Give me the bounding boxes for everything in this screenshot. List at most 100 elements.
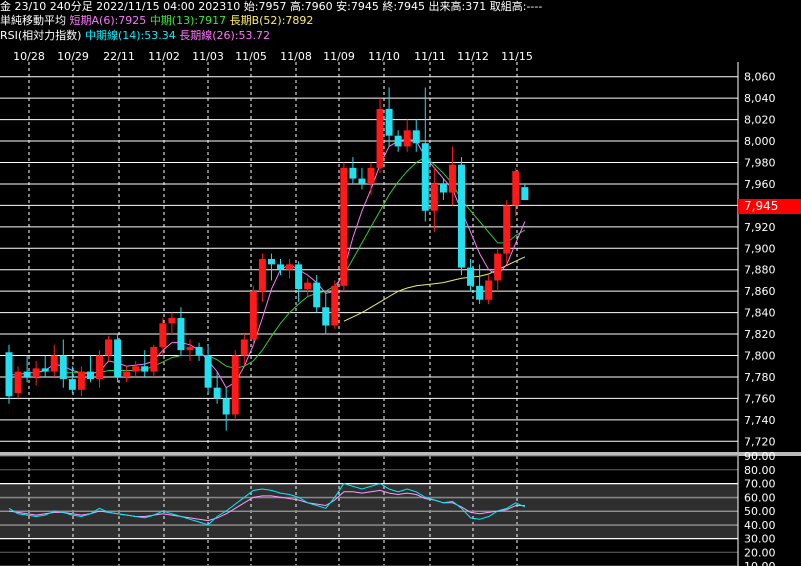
- candle-body: [105, 339, 113, 356]
- candle-body: [439, 183, 447, 193]
- candle-body: [177, 317, 185, 351]
- candle-body: [385, 108, 393, 136]
- candle-body: [132, 366, 140, 372]
- candle-body: [512, 171, 520, 206]
- sma-long-value: 長期B(52):7892: [229, 14, 314, 27]
- rsi-tick-label: 50.00: [744, 505, 776, 518]
- x-tick-label: 11/10: [368, 50, 400, 63]
- chart-canvas: 10/28 10/29 22/11 11/02 11/03 11/05 11/08 11/09…: [0, 50, 801, 566]
- candle-body: [458, 164, 465, 268]
- rsi-tick-label: 30.00: [744, 533, 776, 546]
- candle-body: [195, 346, 203, 356]
- sma-mid-value: 中期(13):7917: [149, 14, 227, 27]
- candle-body: [267, 259, 275, 265]
- candle-body: [123, 371, 131, 377]
- rsi-long-value: 長期線(26):53.72: [179, 29, 271, 42]
- sma-title: 単純移動平均: [0, 14, 66, 27]
- sma-short-value: 短期A(6):7925: [69, 14, 147, 27]
- panel-separator: [0, 452, 801, 456]
- price-tick-label: 7,860: [744, 285, 776, 298]
- x-tick-label: 10/29: [57, 50, 89, 63]
- candle-body: [367, 167, 375, 184]
- candle-body: [159, 323, 167, 347]
- candle-body: [50, 355, 58, 372]
- candle-body: [295, 264, 303, 290]
- rsi-tick-label: 80.00: [744, 464, 776, 477]
- rsi-tick-label: 60.00: [744, 491, 776, 504]
- candle-body: [23, 371, 31, 377]
- candle-body: [376, 108, 384, 168]
- candle-body: [5, 352, 13, 397]
- candle-body: [412, 130, 420, 144]
- header-rsi-line: RSI(相対力指数) 中期線(14):53.34 長期線(26):53.72: [0, 29, 270, 42]
- x-tick-label: 10/28: [13, 50, 45, 63]
- price-tick-label: 7,980: [744, 157, 776, 170]
- candle-body: [231, 355, 239, 415]
- candle-body: [349, 167, 357, 179]
- price-tick-label: 8,060: [744, 71, 776, 84]
- candle-body: [68, 379, 76, 390]
- x-tick-label: 11/05: [235, 50, 267, 63]
- candle-body: [41, 368, 49, 372]
- rsi-tick-label: 90.00: [744, 450, 776, 463]
- candle-body: [114, 339, 122, 377]
- candle-body: [340, 167, 348, 286]
- candle-body: [186, 346, 194, 351]
- price-tick-label: 7,960: [744, 178, 776, 191]
- candle-body: [448, 164, 456, 193]
- header-moving-average-line: 単純移動平均 短期A(6):7925 中期(13):7917 長期B(52):7…: [0, 14, 313, 27]
- price-tick-label: 8,000: [744, 135, 776, 148]
- candle-body: [150, 346, 158, 372]
- x-tick-label: 11/09: [323, 50, 355, 63]
- candle-body: [258, 259, 266, 292]
- price-tick-label: 7,760: [744, 392, 776, 405]
- candle-body: [403, 130, 411, 147]
- candle-body: [394, 135, 402, 147]
- candle-body: [96, 355, 103, 380]
- candle-body: [304, 282, 312, 290]
- x-tick-label: 11/11: [414, 50, 446, 63]
- candle-body: [476, 285, 484, 300]
- candle-body: [494, 253, 502, 281]
- candle-body: [358, 178, 366, 184]
- x-tick-label: 22/11: [103, 50, 135, 63]
- rsi-title: RSI(相対力指数): [0, 29, 82, 42]
- price-tick-label: 7,740: [744, 414, 776, 427]
- x-tick-label: 11/02: [148, 50, 180, 63]
- candle-body: [204, 355, 212, 388]
- candle-body: [421, 143, 429, 211]
- rsi-tick-label: 10.00: [744, 560, 776, 566]
- price-tick-label: 7,800: [744, 350, 776, 363]
- rsi-tick-label: 20.00: [744, 546, 776, 559]
- candle-body: [59, 355, 67, 380]
- price-tick-label: 8,040: [744, 92, 776, 105]
- candle-body: [213, 387, 221, 399]
- candle-body: [485, 280, 493, 300]
- candle-body: [313, 282, 321, 308]
- candle-body: [322, 307, 330, 326]
- price-tick-label: 8,020: [744, 114, 776, 127]
- candle-body: [467, 267, 475, 286]
- header-ohlc-line: 金 23/10 240分足 2022/11/15 04:00 202310 始:…: [0, 0, 542, 13]
- rsi-mid-value: 中期線(14):53.34: [84, 29, 176, 42]
- sma-short-line: [9, 138, 526, 389]
- candle-body: [286, 264, 294, 270]
- rsi-tick-label: 40.00: [744, 519, 776, 532]
- price-tick-label: 7,840: [744, 307, 776, 320]
- candle-body: [503, 205, 511, 254]
- price-tick-label: 7,920: [744, 221, 776, 234]
- price-tick-label: 7,880: [744, 264, 776, 277]
- price-tick-label: 7,780: [744, 371, 776, 384]
- x-tick-label: 11/15: [501, 50, 533, 63]
- current-price-tag: 7,945: [738, 199, 801, 214]
- candle-body: [240, 339, 248, 356]
- candle-body: [277, 264, 284, 270]
- candle-body: [168, 317, 176, 324]
- ohlc-summary: 金 23/10 240分足 2022/11/15 04:00 202310 始:…: [0, 0, 543, 13]
- x-tick-label: 11/08: [280, 50, 312, 63]
- candle-body: [521, 187, 529, 201]
- candle-body: [249, 291, 257, 340]
- candle-body: [222, 398, 230, 415]
- candle-body: [77, 371, 85, 390]
- candle-body: [331, 285, 339, 326]
